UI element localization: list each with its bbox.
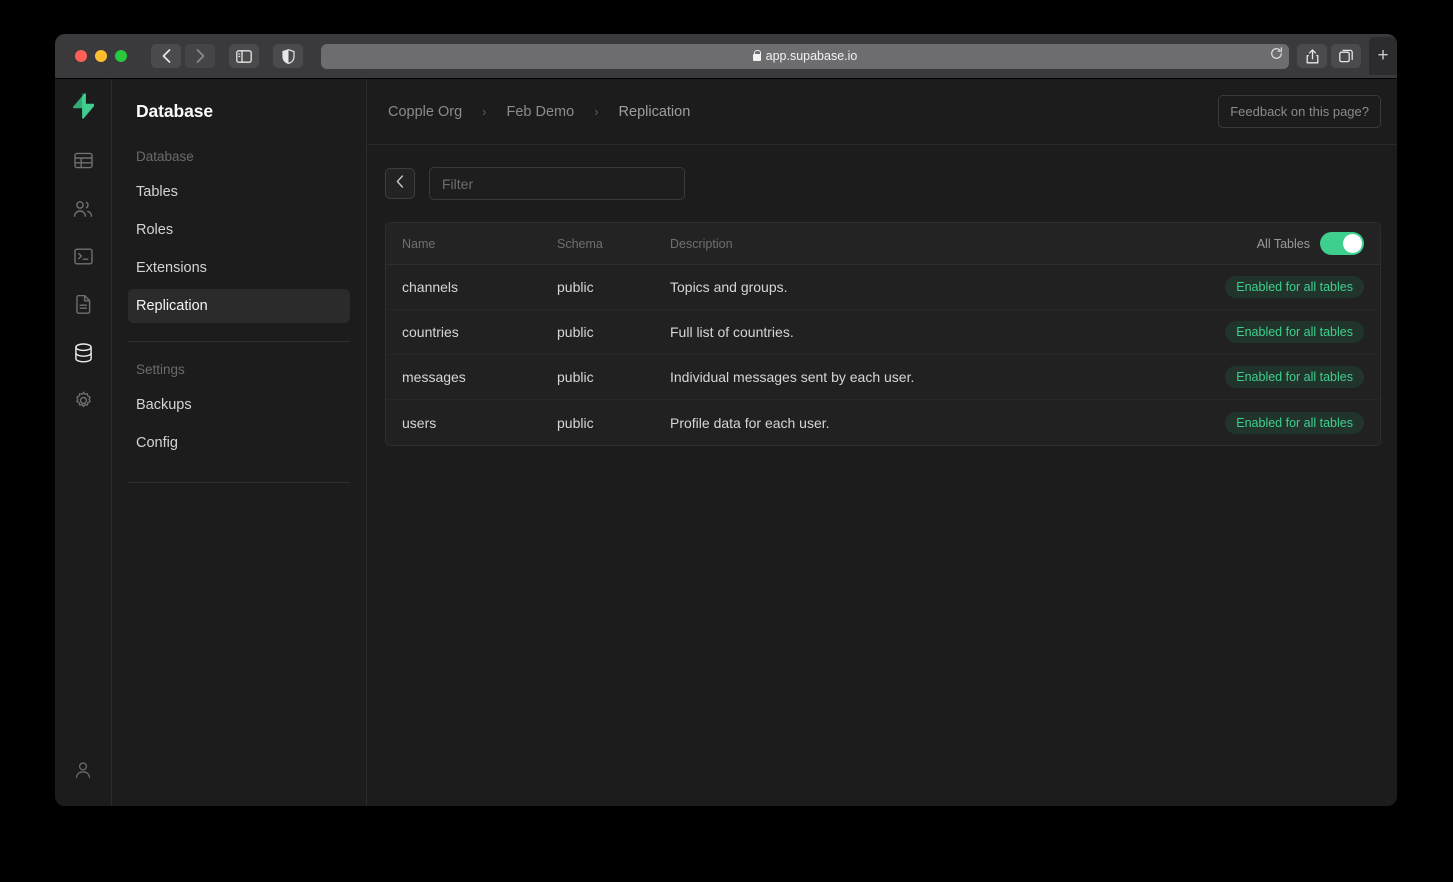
- content-area: Name Schema Description All Tables chann…: [367, 145, 1397, 446]
- cell-name: countries: [402, 324, 459, 340]
- column-header-name: Name: [402, 236, 436, 251]
- status-badge: Enabled for all tables: [1225, 276, 1364, 298]
- status-badge: Enabled for all tables: [1225, 411, 1364, 434]
- sidebar-item-sql-editor[interactable]: [63, 239, 103, 279]
- breadcrumb-project[interactable]: Feb Demo: [505, 104, 577, 120]
- cell-description: Topics and groups.: [670, 279, 788, 295]
- all-tables-toggle[interactable]: [1320, 232, 1364, 255]
- sidebar-item-table-editor[interactable]: [63, 143, 103, 183]
- sidebar-item-database[interactable]: [63, 335, 103, 375]
- column-header-schema: Schema: [557, 236, 603, 251]
- toolbar-row: [385, 167, 1381, 200]
- cell-status: Enabled for all tables: [1225, 276, 1364, 298]
- browser-right-tools: +: [1297, 37, 1397, 75]
- user-profile-icon: [74, 761, 92, 784]
- authentication-users-icon: [73, 200, 93, 223]
- icon-rail: [55, 79, 112, 806]
- main-panel: Copple Org › Feb Demo › Replication Feed…: [367, 79, 1397, 806]
- close-window-button[interactable]: [75, 50, 87, 62]
- toggle-knob: [1343, 234, 1362, 253]
- cell-status: Enabled for all tables: [1225, 321, 1364, 343]
- status-badge: Enabled for all tables: [1225, 366, 1364, 388]
- cell-description: Full list of countries.: [670, 324, 794, 340]
- cell-name: messages: [402, 369, 466, 385]
- cell-schema: public: [557, 369, 594, 385]
- cell-name: users: [402, 414, 437, 431]
- nav-group-settings: Settings Backups Config: [128, 362, 350, 460]
- browser-forward-button[interactable]: [185, 44, 215, 68]
- chevron-right-icon: ›: [482, 104, 487, 119]
- replication-table: Name Schema Description All Tables chann…: [385, 222, 1381, 446]
- browser-toolbar: app.supabase.io +: [55, 34, 1397, 79]
- chevron-left-icon: [396, 174, 404, 193]
- breadcrumb-page: Replication: [618, 103, 691, 120]
- nav-group-label: Database: [136, 149, 194, 164]
- breadcrumb: Copple Org › Feb Demo › Replication: [386, 104, 692, 120]
- address-bar[interactable]: app.supabase.io: [321, 43, 1289, 69]
- browser-back-button[interactable]: [151, 44, 181, 68]
- feedback-button[interactable]: Feedback on this page?: [1218, 95, 1381, 128]
- table-header-row: Name Schema Description All Tables: [386, 223, 1380, 265]
- cell-name: channels: [402, 279, 459, 295]
- lock-icon: [752, 49, 762, 61]
- status-badge: Enabled for all tables: [1225, 321, 1364, 343]
- cell-schema: public: [557, 414, 594, 431]
- sql-editor-icon: [73, 248, 93, 270]
- all-tables-label: All Tables: [1256, 236, 1310, 251]
- breadcrumb-org[interactable]: Copple Org: [386, 104, 464, 120]
- database-icon: [74, 342, 93, 368]
- top-bar: Copple Org › Feb Demo › Replication Feed…: [367, 79, 1397, 145]
- sidebar-item-tables[interactable]: Tables: [128, 175, 350, 209]
- cell-status: Enabled for all tables: [1225, 366, 1364, 388]
- browser-window: app.supabase.io + Database Database Tabl…: [55, 34, 1397, 806]
- table-row[interactable]: messages public Individual messages sent…: [386, 355, 1380, 400]
- user-profile-button[interactable]: [63, 752, 103, 792]
- minimize-window-button[interactable]: [95, 50, 107, 62]
- secondary-sidebar: Database Database Tables Roles Extension…: [112, 79, 367, 806]
- reload-icon[interactable]: [1270, 47, 1283, 65]
- sidebar-divider-bottom: [128, 482, 350, 483]
- supabase-app: Database Database Tables Roles Extension…: [55, 79, 1397, 806]
- share-icon[interactable]: [1297, 44, 1327, 68]
- sidebar-item-roles[interactable]: Roles: [128, 213, 350, 247]
- sidebar-item-replication[interactable]: Replication: [128, 289, 350, 323]
- table-editor-icon: [73, 151, 93, 175]
- cell-schema: public: [557, 279, 594, 295]
- shield-icon[interactable]: [273, 44, 303, 68]
- all-tables-toggle-wrap: All Tables: [1257, 232, 1364, 255]
- page-title: Database: [136, 101, 214, 121]
- nav-group-database: Database Tables Roles Extensions Replica…: [128, 149, 350, 323]
- back-button[interactable]: [385, 168, 415, 199]
- cell-status: Enabled for all tables: [1225, 411, 1364, 434]
- filter-input[interactable]: [429, 167, 685, 200]
- sidebar-divider: [128, 341, 350, 342]
- settings-gear-icon: [74, 391, 93, 415]
- sidebar-item-extensions[interactable]: Extensions: [128, 251, 350, 285]
- maximize-window-button[interactable]: [115, 50, 127, 62]
- sidebar-item-backups[interactable]: Backups: [128, 388, 350, 422]
- column-header-description: Description: [670, 236, 733, 251]
- sidebar-toggle-icon[interactable]: [229, 44, 259, 68]
- tab-overview-icon[interactable]: [1331, 44, 1361, 68]
- nav-group-label: Settings: [136, 362, 185, 377]
- docs-file-icon: [75, 294, 92, 319]
- sidebar-item-docs[interactable]: [63, 287, 103, 327]
- cell-schema: public: [557, 324, 594, 340]
- supabase-logo[interactable]: [70, 91, 96, 121]
- sidebar-item-authentication[interactable]: [63, 191, 103, 231]
- table-row[interactable]: users public Profile data for each user.…: [386, 400, 1380, 445]
- window-traffic-lights: [75, 50, 127, 62]
- url-display: app.supabase.io: [752, 49, 858, 63]
- table-row[interactable]: countries public Full list of countries.…: [386, 310, 1380, 355]
- cell-description: Profile data for each user.: [670, 414, 830, 431]
- sidebar-item-settings[interactable]: [63, 383, 103, 423]
- url-text: app.supabase.io: [765, 49, 858, 63]
- sidebar-item-config[interactable]: Config: [128, 426, 350, 460]
- new-tab-button[interactable]: +: [1369, 37, 1397, 75]
- cell-description: Individual messages sent by each user.: [670, 369, 915, 385]
- table-row[interactable]: channels public Topics and groups. Enabl…: [386, 265, 1380, 310]
- chevron-right-icon: ›: [594, 104, 599, 119]
